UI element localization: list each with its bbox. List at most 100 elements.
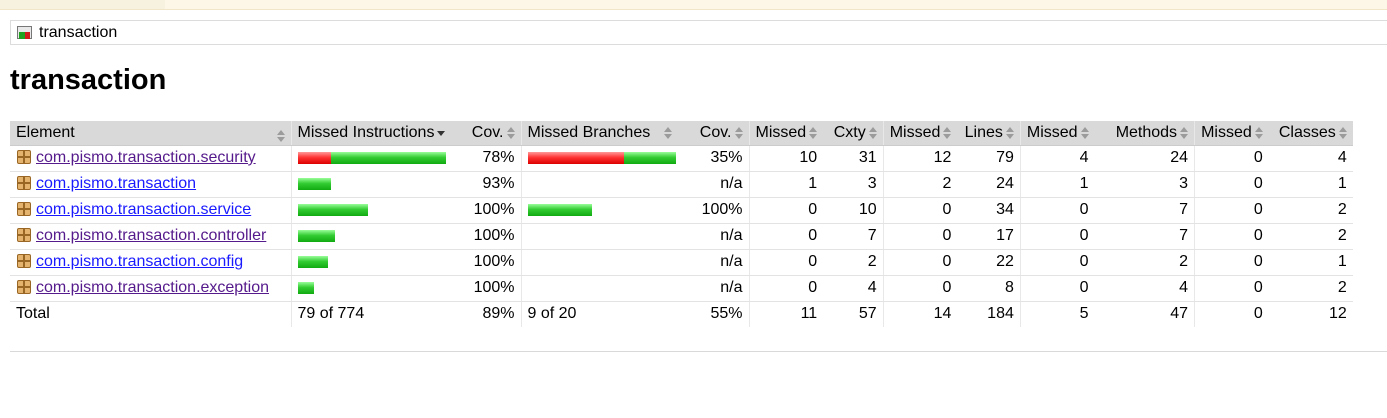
branch-coverage-bar [527,151,676,164]
sort-icon [1005,126,1014,139]
missed-lines-cell: 0 [882,249,958,276]
branch-cov-cell: n/a [688,223,749,250]
cxty-cell: 10 [823,197,884,224]
missed-methods-cell: 0 [1019,223,1095,250]
sort-icon [506,126,515,139]
missed-classes-cell: 0 [1194,145,1269,172]
branch-cov-cell: n/a [688,171,749,198]
missed-cxty-cell: 1 [748,171,824,198]
instr-bar-cell [290,171,461,198]
branch-cov-cell: 100% [688,197,749,224]
sort-icon [664,126,673,139]
missed-methods-cell: 0 [1019,249,1095,276]
package-link[interactable]: com.pismo.transaction.security [36,149,256,166]
methods-cell: 7 [1094,223,1195,250]
table-row: com.pismo.transaction 93% n/a 1 3 2 24 1 3 0 1 [10,171,1353,198]
col-methods[interactable]: Methods [1094,121,1195,146]
total-missed-lines: 14 [882,300,958,327]
missed-lines-cell: 0 [882,197,958,224]
package-icon [16,149,32,165]
col-missed-classes[interactable]: Missed [1194,121,1269,146]
classes-cell: 2 [1268,197,1353,224]
report-icon [17,25,33,41]
total-missed-classes: 0 [1194,300,1269,327]
col-missed-methods[interactable]: Missed [1019,121,1095,146]
total-methods: 47 [1094,300,1195,327]
sort-icon [1254,126,1263,139]
table-row: com.pismo.transaction.security 78% 35% 10 31… [10,145,1353,172]
instr-bar-cell [290,249,461,276]
table-row: com.pismo.transaction.exception 100% n/a 0 4… [10,275,1353,302]
branch-cov-cell: n/a [688,249,749,276]
package-icon [16,279,32,295]
top-strip-segment [0,0,165,9]
instr-cov-cell: 100% [461,249,521,276]
methods-cell: 3 [1094,171,1195,198]
lines-cell: 17 [957,223,1021,250]
lines-cell: 79 [957,145,1021,172]
classes-cell: 1 [1268,249,1353,276]
element-cell: com.pismo.transaction.service [10,197,291,224]
total-row: Total 79 of 774 89% 9 of 20 55% 11 57 14… [10,300,1353,327]
instr-cov-cell: 100% [461,275,521,302]
covered-bar-segment [297,229,335,242]
instruction-coverage-bar [297,229,335,242]
instr-cov-cell: 93% [461,171,521,198]
classes-cell: 4 [1268,145,1353,172]
instruction-coverage-bar [297,177,331,190]
branch-bar-cell [520,249,688,276]
instr-bar-cell [290,197,461,224]
col-missed-branches[interactable]: Missed Branches [520,121,688,146]
package-link[interactable]: com.pismo.transaction.service [36,201,251,218]
instruction-coverage-bar [297,255,328,268]
branch-coverage-bar [527,203,592,216]
missed-lines-cell: 12 [882,145,958,172]
missed-cxty-cell: 0 [748,275,824,302]
col-missed-cxty[interactable]: Missed [748,121,824,146]
classes-cell: 2 [1268,275,1353,302]
instruction-coverage-bar [297,151,446,164]
instruction-coverage-bar [297,203,368,216]
missed-cxty-cell: 0 [748,249,824,276]
cxty-cell: 7 [823,223,884,250]
lines-cell: 22 [957,249,1021,276]
package-link[interactable]: com.pismo.transaction.config [36,253,243,270]
covered-bar-segment [623,151,676,164]
element-cell: com.pismo.transaction.config [10,249,291,276]
col-classes[interactable]: Classes [1268,121,1353,146]
package-icon [16,227,32,243]
lines-cell: 34 [957,197,1021,224]
breadcrumb: transaction [10,20,1387,45]
table-row: com.pismo.transaction.controller 100% n/a 0… [10,223,1353,250]
lines-cell: 8 [957,275,1021,302]
cxty-cell: 4 [823,275,884,302]
package-link[interactable]: com.pismo.transaction [36,175,196,192]
cxty-cell: 3 [823,171,884,198]
covered-bar-segment [297,177,331,190]
total-classes: 12 [1268,300,1353,327]
col-instr-cov[interactable]: Cov. [461,121,521,146]
col-missed-instructions[interactable]: Missed Instructions [290,121,461,146]
covered-bar-segment [297,281,314,294]
total-missed-cxty: 11 [748,300,824,327]
methods-cell: 24 [1094,145,1195,172]
lines-cell: 24 [957,171,1021,198]
col-lines[interactable]: Lines [957,121,1021,146]
missed-classes-cell: 0 [1194,223,1269,250]
missed-lines-cell: 2 [882,171,958,198]
package-link[interactable]: com.pismo.transaction.exception [36,279,269,296]
col-element[interactable]: Element [10,121,291,146]
col-missed-lines[interactable]: Missed [882,121,958,146]
methods-cell: 4 [1094,275,1195,302]
col-cxty[interactable]: Cxty [823,121,884,146]
package-link[interactable]: com.pismo.transaction.controller [36,227,266,244]
instr-cov-cell: 78% [461,145,521,172]
sort-icon [1338,126,1347,139]
col-branch-cov[interactable]: Cov. [688,121,749,146]
sort-icon [868,126,877,139]
instr-cov-cell: 100% [461,223,521,250]
instr-bar-cell [290,145,461,172]
package-icon [16,175,32,191]
missed-classes-cell: 0 [1194,275,1269,302]
sort-desc-icon [437,127,446,139]
